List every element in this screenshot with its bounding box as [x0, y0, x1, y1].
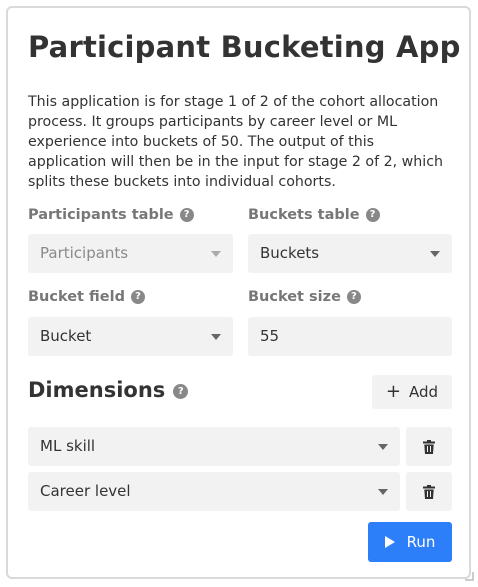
bucket-size-input[interactable]: 55: [248, 317, 452, 356]
chevron-down-icon: [211, 334, 221, 340]
buckets-table-label: Buckets table ?: [248, 207, 380, 223]
play-icon: [384, 536, 395, 548]
dimension-select-career-level[interactable]: Career level: [28, 472, 400, 511]
help-icon[interactable]: ?: [173, 384, 189, 399]
bucket-field-select[interactable]: Bucket: [28, 317, 233, 356]
page-title: Participant Bucketing App: [28, 30, 461, 64]
app-description: This application is for stage 1 of 2 of …: [28, 94, 443, 190]
participants-table-select[interactable]: Participants: [28, 234, 233, 273]
chevron-down-icon: [211, 251, 221, 257]
plus-icon: +: [385, 381, 402, 402]
help-icon[interactable]: ?: [346, 290, 361, 304]
delete-dimension-button[interactable]: [406, 427, 452, 466]
trash-icon: [423, 484, 435, 499]
chevron-down-icon: [378, 489, 388, 495]
resize-handle-icon[interactable]: [464, 571, 474, 581]
trash-icon: [423, 439, 435, 454]
dimension-select-ml-skill[interactable]: ML skill: [28, 427, 400, 466]
add-dimension-button[interactable]: + Add: [372, 375, 452, 409]
chevron-down-icon: [378, 444, 388, 450]
help-icon[interactable]: ?: [179, 208, 194, 222]
bucket-size-label: Bucket size ?: [248, 289, 361, 305]
participants-table-label: Participants table ?: [28, 207, 194, 223]
chevron-down-icon: [430, 251, 440, 257]
delete-dimension-button[interactable]: [406, 472, 452, 511]
bucket-field-label: Bucket field ?: [28, 289, 145, 305]
buckets-table-select[interactable]: Buckets: [248, 234, 452, 273]
dimensions-heading: Dimensions ?: [28, 378, 189, 402]
help-icon[interactable]: ?: [365, 208, 380, 222]
help-icon[interactable]: ?: [130, 290, 145, 304]
run-button[interactable]: Run: [368, 522, 452, 562]
